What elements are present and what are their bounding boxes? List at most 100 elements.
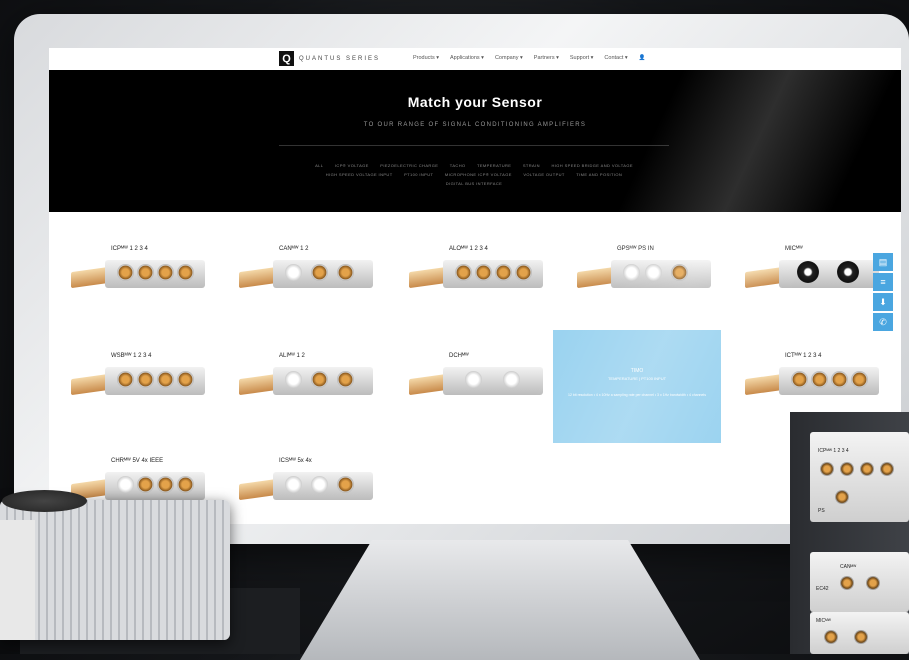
user-icon[interactable]: 👤 [639,55,646,61]
connector-icon [840,576,854,590]
product-card-gps[interactable]: GPSᴹᵂ PS IN [575,246,745,306]
product-card-icp[interactable]: ICPᴹᵂ 1 2 3 4 [69,246,239,306]
connector-icon [117,476,134,493]
connector-icon [117,371,134,388]
module-ps-label: PS [818,508,825,514]
hover-subtitle: TEMPERATURE | PT100 INPUT [607,376,667,381]
connector-icon [797,261,819,283]
menu-contact[interactable]: Contact ▾ [604,55,627,61]
product-card-can[interactable]: CANᴹᵂ 1 2 [237,246,407,306]
product-label: WSBᴹᵂ 1 2 3 4 [111,353,152,359]
connector-icon [455,264,472,281]
connector-icon [137,264,154,281]
filter-icp-voltage[interactable]: ICP® VOLTAGE [335,161,369,170]
filter-all[interactable]: ALL [315,161,323,170]
phone-icon[interactable]: ✆ [873,313,893,331]
connector-icon [820,462,834,476]
product-card-ali[interactable]: ALIᴹᵂ 1 2 [237,353,407,413]
connector-icon [137,476,154,493]
browser-screen: Q QUANTUS SERIES Products ▾ Applications… [49,48,901,524]
menu-company[interactable]: Company ▾ [495,55,523,61]
connector-icon [337,476,354,493]
logo-text: QUANTUS SERIES [299,55,381,62]
connector-icon [623,264,640,281]
product-label: ALOᴹᵂ 1 2 3 4 [449,246,488,252]
connector-icon [177,476,194,493]
hover-desc: 12 bit resolution • 4 x 10Hz a sampling … [568,393,706,397]
product-label: GPSᴹᵂ PS IN [617,246,654,252]
connector-icon [851,371,868,388]
connector-icon [157,371,174,388]
module-sub-label: EC42 [816,586,829,592]
connector-icon [177,371,194,388]
download-icon[interactable]: ⬇ [873,293,893,311]
connector-icon [311,371,328,388]
antenna-disc [2,490,87,512]
monitor-frame: Q QUANTUS SERIES Products ▾ Applications… [14,14,909,544]
filter-temperature[interactable]: TEMPERATURE [477,161,511,170]
product-card-ics[interactable]: ICSᴹᵂ 5x 4x [237,458,407,518]
module-body [779,260,879,288]
page-subtitle: TO OUR RANGE OF SIGNAL CONDITIONING AMPL… [363,122,587,128]
rack-module-can: CANᴹᵂ EC42 [810,552,909,612]
filter-tacho[interactable]: TACHO [450,161,466,170]
logo-mark: Q [279,51,294,66]
filter-voltage-output[interactable]: VOLTAGE OUTPUT [523,170,564,179]
filter-list: ALL ICP® VOLTAGE PIEZOELECTRIC CHARGE TA… [309,161,639,188]
connector-icon [866,576,880,590]
module-label: CANᴹᵂ [840,564,857,570]
filter-strain[interactable]: STRAIN [523,161,540,170]
filter-microphone[interactable]: MICROPHONE ICP® VOLTAGE [445,170,512,179]
monitor-stand [300,540,700,660]
connector-icon [337,371,354,388]
product-label: ICPᴹᵂ 1 2 3 4 [111,246,148,252]
brand-logo[interactable]: Q QUANTUS SERIES [279,51,380,66]
filter-hs-voltage-input[interactable]: HIGH SPEED VOLTAGE INPUT [326,170,393,179]
product-card-dch[interactable]: DCHᴹᵂ [407,353,577,413]
connector-icon [880,462,894,476]
product-card-alo[interactable]: ALOᴹᵂ 1 2 3 4 [407,246,577,306]
menu-partners[interactable]: Partners ▾ [534,55,559,61]
connector-icon [831,371,848,388]
connector-icon [645,264,662,281]
connector-icon [157,264,174,281]
module-body [443,367,543,395]
connector-icon [791,371,808,388]
page-title: Match your Sensor [407,94,543,110]
connector-icon [860,462,874,476]
box-front-face [0,520,35,640]
connector-icon [157,476,174,493]
filter-time-position[interactable]: TIME AND POSITION [576,170,622,179]
connector-icon [285,264,302,281]
connector-icon [311,264,328,281]
module-label: ICPᴹᵂ 1 2 3 4 [818,448,849,454]
hardware-box-left [0,490,230,640]
menu-support[interactable]: Support ▾ [570,55,594,61]
product-label: ICTᴹᵂ 1 2 3 4 [785,353,822,359]
bnc-icon [465,371,482,388]
product-label: CANᴹᵂ 1 2 [279,246,309,252]
connector-icon [840,462,854,476]
connector-icon [515,264,532,281]
filter-piezo-charge[interactable]: PIEZOELECTRIC CHARGE [380,161,438,170]
divider [279,145,669,146]
menu-applications[interactable]: Applications ▾ [450,55,484,61]
main-menu: Products ▾ Applications ▾ Company ▾ Part… [413,55,646,61]
connector-icon [177,264,194,281]
document-icon[interactable]: ▤ [873,253,893,271]
list-icon[interactable]: ≡ [873,273,893,291]
connector-icon [311,476,328,493]
product-card-ict[interactable]: ICTᴹᵂ 1 2 3 4 [743,353,901,413]
filter-digital-bus[interactable]: DIGITAL BUS INTERFACE [446,179,502,188]
bnc-icon [503,371,520,388]
product-label: DCHᴹᵂ [449,353,469,359]
filter-bridge-voltage[interactable]: HIGH SPEED BRIDGE AND VOLTAGE [551,161,632,170]
connector-icon [285,371,302,388]
product-card-timo-hover[interactable]: TIMO TEMPERATURE | PT100 INPUT 12 bit re… [553,330,721,443]
connector-icon [854,630,868,644]
filter-pt100[interactable]: PT100 INPUT [404,170,433,179]
product-card-wsb[interactable]: WSBᴹᵂ 1 2 3 4 [69,353,239,413]
menu-products[interactable]: Products ▾ [413,55,439,61]
product-label: MICᴹᵂ [785,246,803,252]
hero-banner: Match your Sensor TO OUR RANGE OF SIGNAL… [49,70,901,212]
